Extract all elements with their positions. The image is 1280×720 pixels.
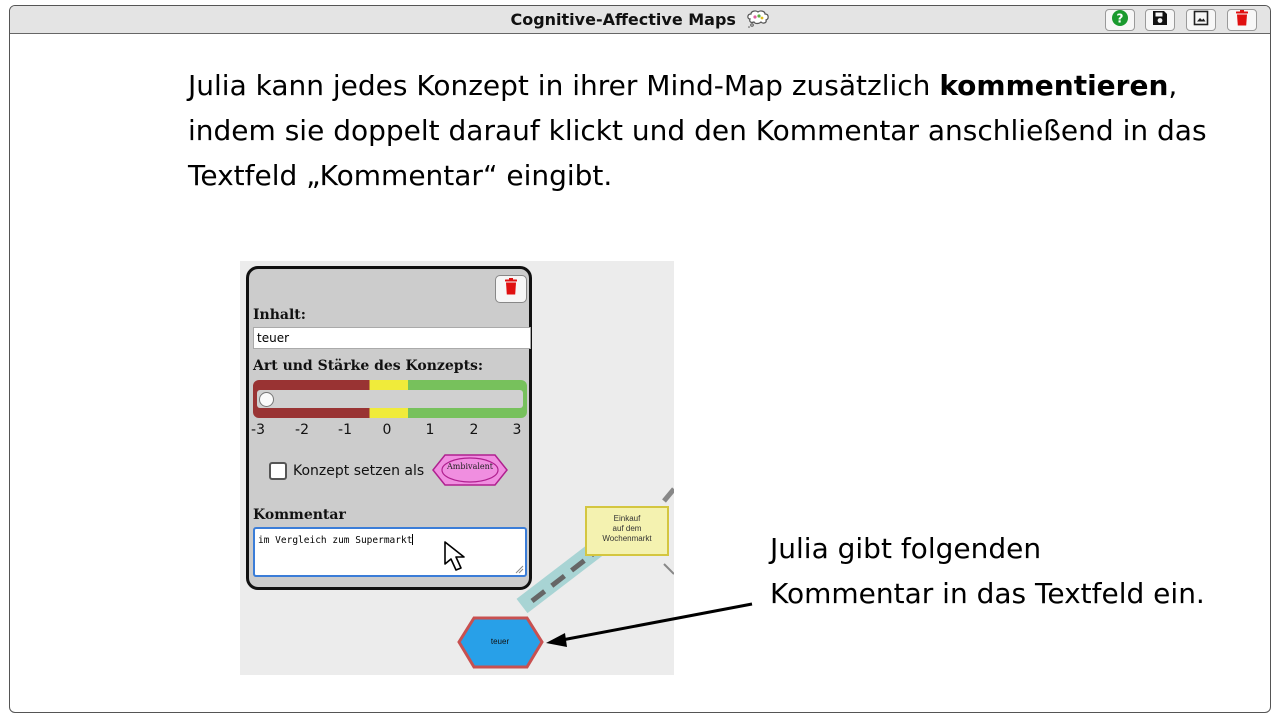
node-einkauf-line-3: Wochenmarkt (602, 534, 652, 543)
scale-tick: 0 (382, 422, 392, 438)
slider-thumb[interactable] (259, 392, 274, 407)
thought-bubble-icon (746, 10, 770, 32)
concept-type-label: Art und Stärke des Konzepts: (253, 358, 484, 374)
delete-button[interactable] (1227, 9, 1257, 31)
comment-text: im Vergleich zum Supermarkt (258, 535, 413, 546)
scale-tick: 1 (425, 422, 435, 438)
resize-grip-icon[interactable] (514, 564, 524, 574)
text-caret (412, 534, 414, 545)
scale-tick: -2 (295, 422, 309, 438)
node-teuer-label: teuer (491, 637, 510, 646)
mouse-pointer-icon (444, 541, 465, 571)
save-button[interactable] (1145, 9, 1175, 31)
trash-icon (504, 278, 518, 300)
valence-slider[interactable] (253, 380, 527, 418)
trash-icon (1235, 9, 1249, 31)
instruction-prefix: Julia kann jedes Konzept in ihrer Mind-M… (188, 69, 940, 102)
node-einkauf-line-1: Einkauf (614, 514, 641, 523)
image-icon (1193, 10, 1209, 31)
title-bar: Cognitive-Affective Maps ? (10, 6, 1270, 34)
floppy-disk-icon (1152, 10, 1168, 31)
content-label: Inhalt: (253, 307, 306, 323)
edge-thin (663, 563, 674, 575)
content-input[interactable]: teuer (253, 327, 531, 349)
question-circle-icon: ? (1111, 9, 1129, 32)
panel-delete-button[interactable] (495, 275, 527, 303)
comment-textarea[interactable]: im Vergleich zum Supermarkt (253, 527, 527, 577)
slider-track (257, 390, 523, 408)
instruction-text: Julia kann jedes Konzept in ihrer Mind-M… (188, 63, 1248, 198)
ambivalent-checkbox-label: Konzept setzen als (293, 463, 425, 479)
scale-tick: 2 (469, 422, 479, 438)
svg-text:?: ? (1117, 11, 1124, 25)
comment-label: Kommentar (253, 507, 346, 523)
node-einkauf-line-2: auf dem (613, 524, 642, 533)
window-title: Cognitive-Affective Maps (10, 10, 1270, 32)
scale-tick: 3 (512, 422, 522, 438)
image-export-button[interactable] (1186, 9, 1216, 31)
scale-tick: -1 (338, 422, 352, 438)
edge-dashed-top (662, 487, 674, 503)
ambivalent-shape-icon: Ambivalent (432, 454, 508, 486)
ambivalent-checkbox[interactable] (269, 462, 287, 480)
concept-editor-panel: Inhalt: teuer Art und Stärke des Konzept… (246, 266, 532, 590)
help-button[interactable]: ? (1105, 9, 1135, 31)
annotation-text: Julia gibt folgenden Kommentar in das Te… (770, 532, 1205, 610)
slider-scale: -3 -2 -1 0 1 2 3 (249, 422, 535, 440)
window-title-text: Cognitive-Affective Maps (510, 10, 736, 29)
ambivalent-label: Ambivalent (446, 462, 494, 471)
instruction-bold: kommentieren (939, 69, 1169, 102)
scale-tick: -3 (251, 422, 265, 438)
embedded-screenshot: Einkauf auf dem Wochenmarkt teuer Inhalt… (240, 261, 674, 675)
